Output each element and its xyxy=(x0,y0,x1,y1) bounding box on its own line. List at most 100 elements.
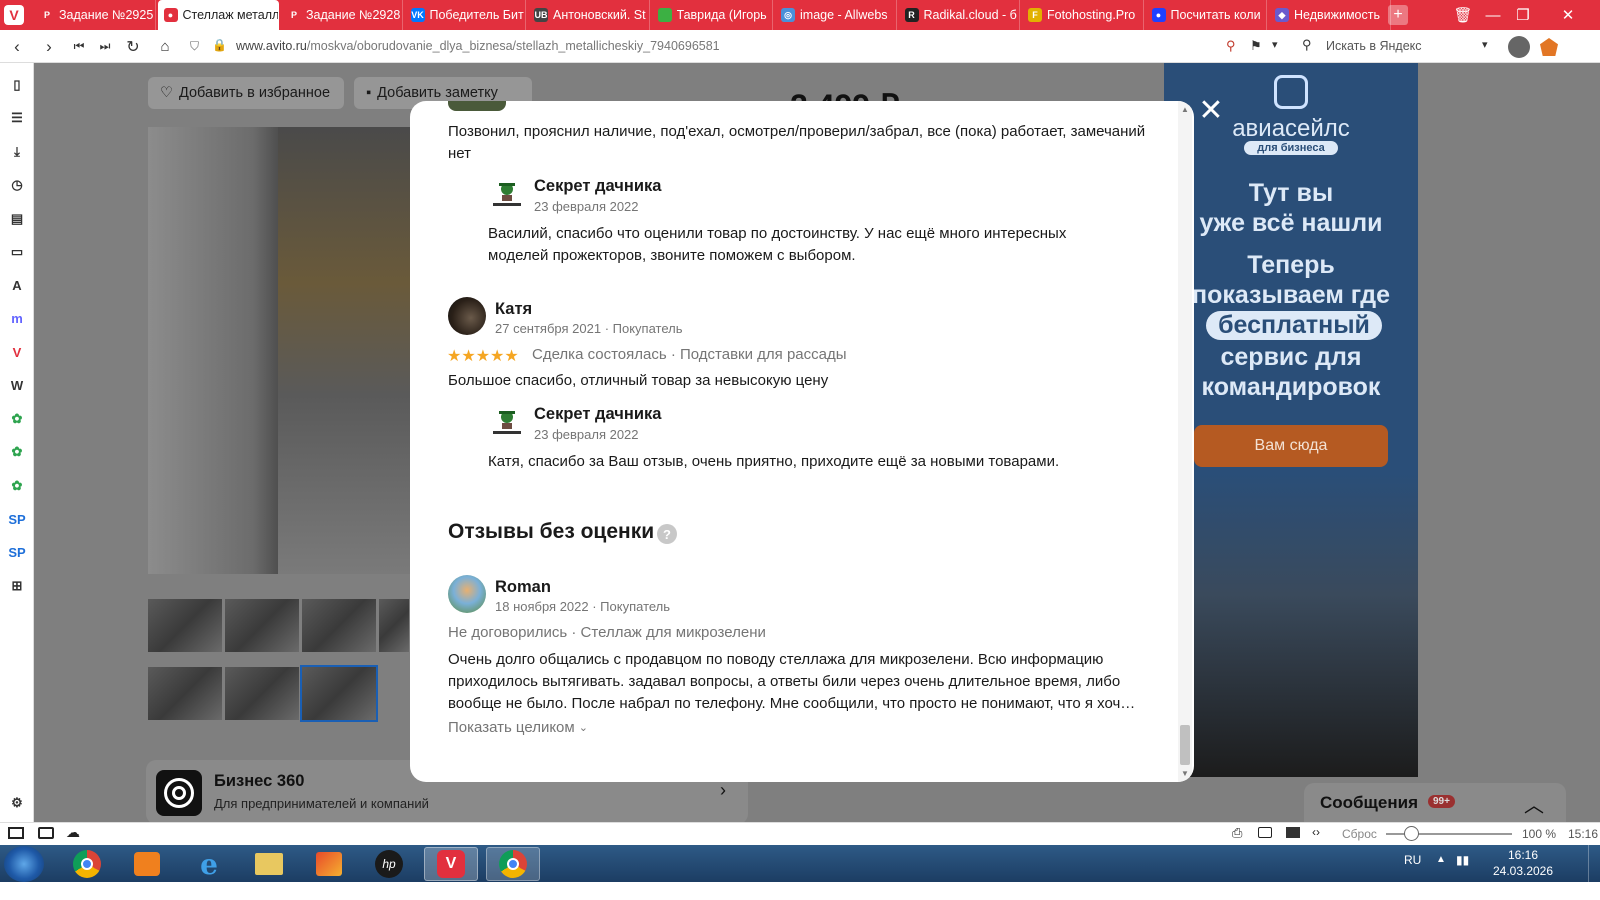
language-indicator[interactable]: RU xyxy=(1404,853,1421,867)
url-field[interactable]: www.avito.ru/moskva/oborudovanie_dlya_bi… xyxy=(236,39,720,53)
panel-toggle-icon[interactable] xyxy=(8,827,24,839)
zoom-reset-label[interactable]: Сброс xyxy=(1342,827,1377,841)
help-icon[interactable]: ? xyxy=(657,524,677,544)
vivaldi-taskbar-icon[interactable]: V xyxy=(424,847,478,881)
search-engine-dropdown-icon[interactable]: ▾ xyxy=(1482,38,1488,51)
forward-icon[interactable]: › xyxy=(36,30,62,63)
page-actions-icon[interactable]: ‹› xyxy=(1312,825,1320,839)
permission-icon[interactable]: ⚲ xyxy=(1226,38,1236,54)
thumbnail-selected[interactable] xyxy=(300,665,378,722)
shop-name[interactable]: Секрет дачника xyxy=(534,405,661,424)
tab[interactable]: UB Антоновский. St xyxy=(528,0,650,30)
wikipedia-icon[interactable]: W xyxy=(5,374,29,398)
tab[interactable]: ◎ image - Allwebs xyxy=(775,0,897,30)
add-panel-icon[interactable]: ⊞ xyxy=(5,574,29,598)
thumbnail[interactable] xyxy=(225,599,299,652)
ad-cta-button[interactable]: Вам сюда xyxy=(1194,425,1388,467)
internet-explorer-icon[interactable]: e xyxy=(182,847,236,881)
tab[interactable]: P Задание №2925 xyxy=(34,0,156,30)
profile-avatar[interactable] xyxy=(1508,36,1530,58)
tab[interactable]: F Fotohosting.Pro xyxy=(1022,0,1144,30)
scroll-up-arrow-icon[interactable]: ▲ xyxy=(1181,105,1189,114)
sp-icon[interactable]: SP xyxy=(5,507,29,531)
chrome-icon[interactable] xyxy=(60,847,114,881)
add-to-favorites-button[interactable]: ♡ Добавить в избранное xyxy=(148,77,344,109)
page-tiling-icon[interactable] xyxy=(1258,827,1272,838)
search-input[interactable]: Искать в Яндекс xyxy=(1326,39,1422,53)
capture-icon[interactable]: ⎙ xyxy=(1232,825,1242,841)
tab[interactable]: P Задание №2928 xyxy=(281,0,403,30)
translate-icon[interactable]: A xyxy=(5,273,29,297)
app-icon[interactable]: ✿ xyxy=(5,407,29,431)
minimize-button[interactable]: — xyxy=(1478,0,1508,30)
images-icon[interactable] xyxy=(1286,827,1300,838)
settings-icon[interactable]: ⚙ xyxy=(5,791,29,815)
trash-icon[interactable]: 🗑 xyxy=(1448,0,1478,30)
thumbnail[interactable] xyxy=(148,599,222,652)
new-tab-button[interactable]: + xyxy=(1388,5,1408,25)
vivaldi-menu-icon[interactable]: V xyxy=(4,5,24,25)
app-icon[interactable]: ✿ xyxy=(5,440,29,464)
chevron-up-icon[interactable]: ︿ xyxy=(1524,789,1544,818)
bookmark-icon[interactable]: ▯ xyxy=(5,73,29,97)
tab[interactable]: ◆ Недвижимость xyxy=(1269,0,1391,30)
lock-icon[interactable]: 🔒 xyxy=(212,38,227,52)
thumbnail[interactable] xyxy=(225,667,299,720)
bookmark-page-icon[interactable]: ⚑ xyxy=(1250,38,1262,54)
review-author[interactable]: Катя xyxy=(495,300,532,319)
scroll-down-arrow-icon[interactable]: ▼ xyxy=(1181,769,1189,778)
fast-forward-icon[interactable]: ⏭ xyxy=(92,30,118,63)
tray-arrow-icon[interactable]: ▲ xyxy=(1436,854,1446,865)
side-panel: ▯ ☰ ⤓ ◷ ▤ ▭ Am V W ✿ ✿ ✿ SP SP ⊞ ⚙ xyxy=(0,63,34,845)
app-icon[interactable]: ✿ xyxy=(5,474,29,498)
start-button[interactable] xyxy=(4,846,44,882)
reload-icon[interactable]: ↻ xyxy=(120,30,146,63)
show-desktop-button[interactable] xyxy=(1588,845,1600,882)
zoom-slider-handle[interactable] xyxy=(1404,826,1419,841)
chrome-profile-icon[interactable] xyxy=(486,847,540,881)
hp-icon[interactable]: hp xyxy=(362,847,416,881)
metamask-icon[interactable] xyxy=(1540,38,1558,56)
sp-icon[interactable]: SP xyxy=(5,541,29,565)
thumbnail[interactable] xyxy=(302,599,376,652)
home-icon[interactable]: ⌂ xyxy=(152,30,178,63)
thumbnail[interactable] xyxy=(148,667,222,720)
taskbar-time[interactable]: 16:16 xyxy=(1500,848,1546,862)
reader-icon[interactable]: ☰ xyxy=(5,106,29,130)
reply-text: Василий, спасибо что оценили товар по до… xyxy=(488,225,1067,264)
cloud-sync-icon[interactable]: ☁ xyxy=(66,824,80,841)
tab-tiling-icon[interactable] xyxy=(38,827,54,839)
rewind-icon[interactable]: ⏮ xyxy=(66,30,92,63)
download-icon[interactable]: ⤓ xyxy=(5,140,29,164)
tab[interactable]: R Radikal.cloud - б xyxy=(899,0,1020,30)
restore-button[interactable]: ❐ xyxy=(1508,0,1538,30)
vivaldi-icon[interactable]: V xyxy=(5,340,29,364)
app-icon[interactable] xyxy=(302,847,356,881)
media-player-icon[interactable] xyxy=(120,847,174,881)
taskbar-date[interactable]: 24.03.2026 xyxy=(1488,864,1558,878)
network-icon[interactable]: ▮▮ xyxy=(1456,853,1469,867)
shop-name[interactable]: Секрет дачника xyxy=(534,177,661,196)
ad-banner[interactable]: авиасейлс для бизнеса Тут вы уже всё наш… xyxy=(1164,63,1418,777)
notes-icon[interactable]: ▤ xyxy=(5,207,29,231)
mastodon-icon[interactable]: m xyxy=(5,307,29,331)
close-window-button[interactable]: ✕ xyxy=(1538,0,1598,30)
avatar[interactable] xyxy=(448,297,486,335)
back-icon[interactable]: ‹ xyxy=(4,30,30,63)
review-author[interactable]: Roman xyxy=(495,578,551,597)
bookmark-dropdown-icon[interactable]: ▾ xyxy=(1272,38,1278,51)
shield-icon[interactable]: ⛉ xyxy=(190,39,199,54)
tab[interactable]: Таврида (Игорь xyxy=(652,0,773,30)
history-icon[interactable]: ◷ xyxy=(5,173,29,197)
thumbnail[interactable] xyxy=(379,599,409,652)
show-more-link[interactable]: Показать целиком ⌄ xyxy=(448,719,588,736)
file-explorer-icon[interactable] xyxy=(242,847,296,881)
scrollbar-thumb[interactable] xyxy=(1180,725,1190,765)
tab[interactable]: ● Посчитать коли xyxy=(1146,0,1267,30)
tab[interactable]: ● Стеллаж металл xyxy=(157,0,279,30)
close-modal-button[interactable]: ✕ xyxy=(1196,94,1226,127)
tab[interactable]: VK Победитель Бит xyxy=(405,0,526,30)
scrollbar-track[interactable]: ▲ ▼ xyxy=(1178,101,1192,782)
wallet-icon[interactable]: ▭ xyxy=(5,240,29,264)
avatar[interactable] xyxy=(448,575,486,613)
